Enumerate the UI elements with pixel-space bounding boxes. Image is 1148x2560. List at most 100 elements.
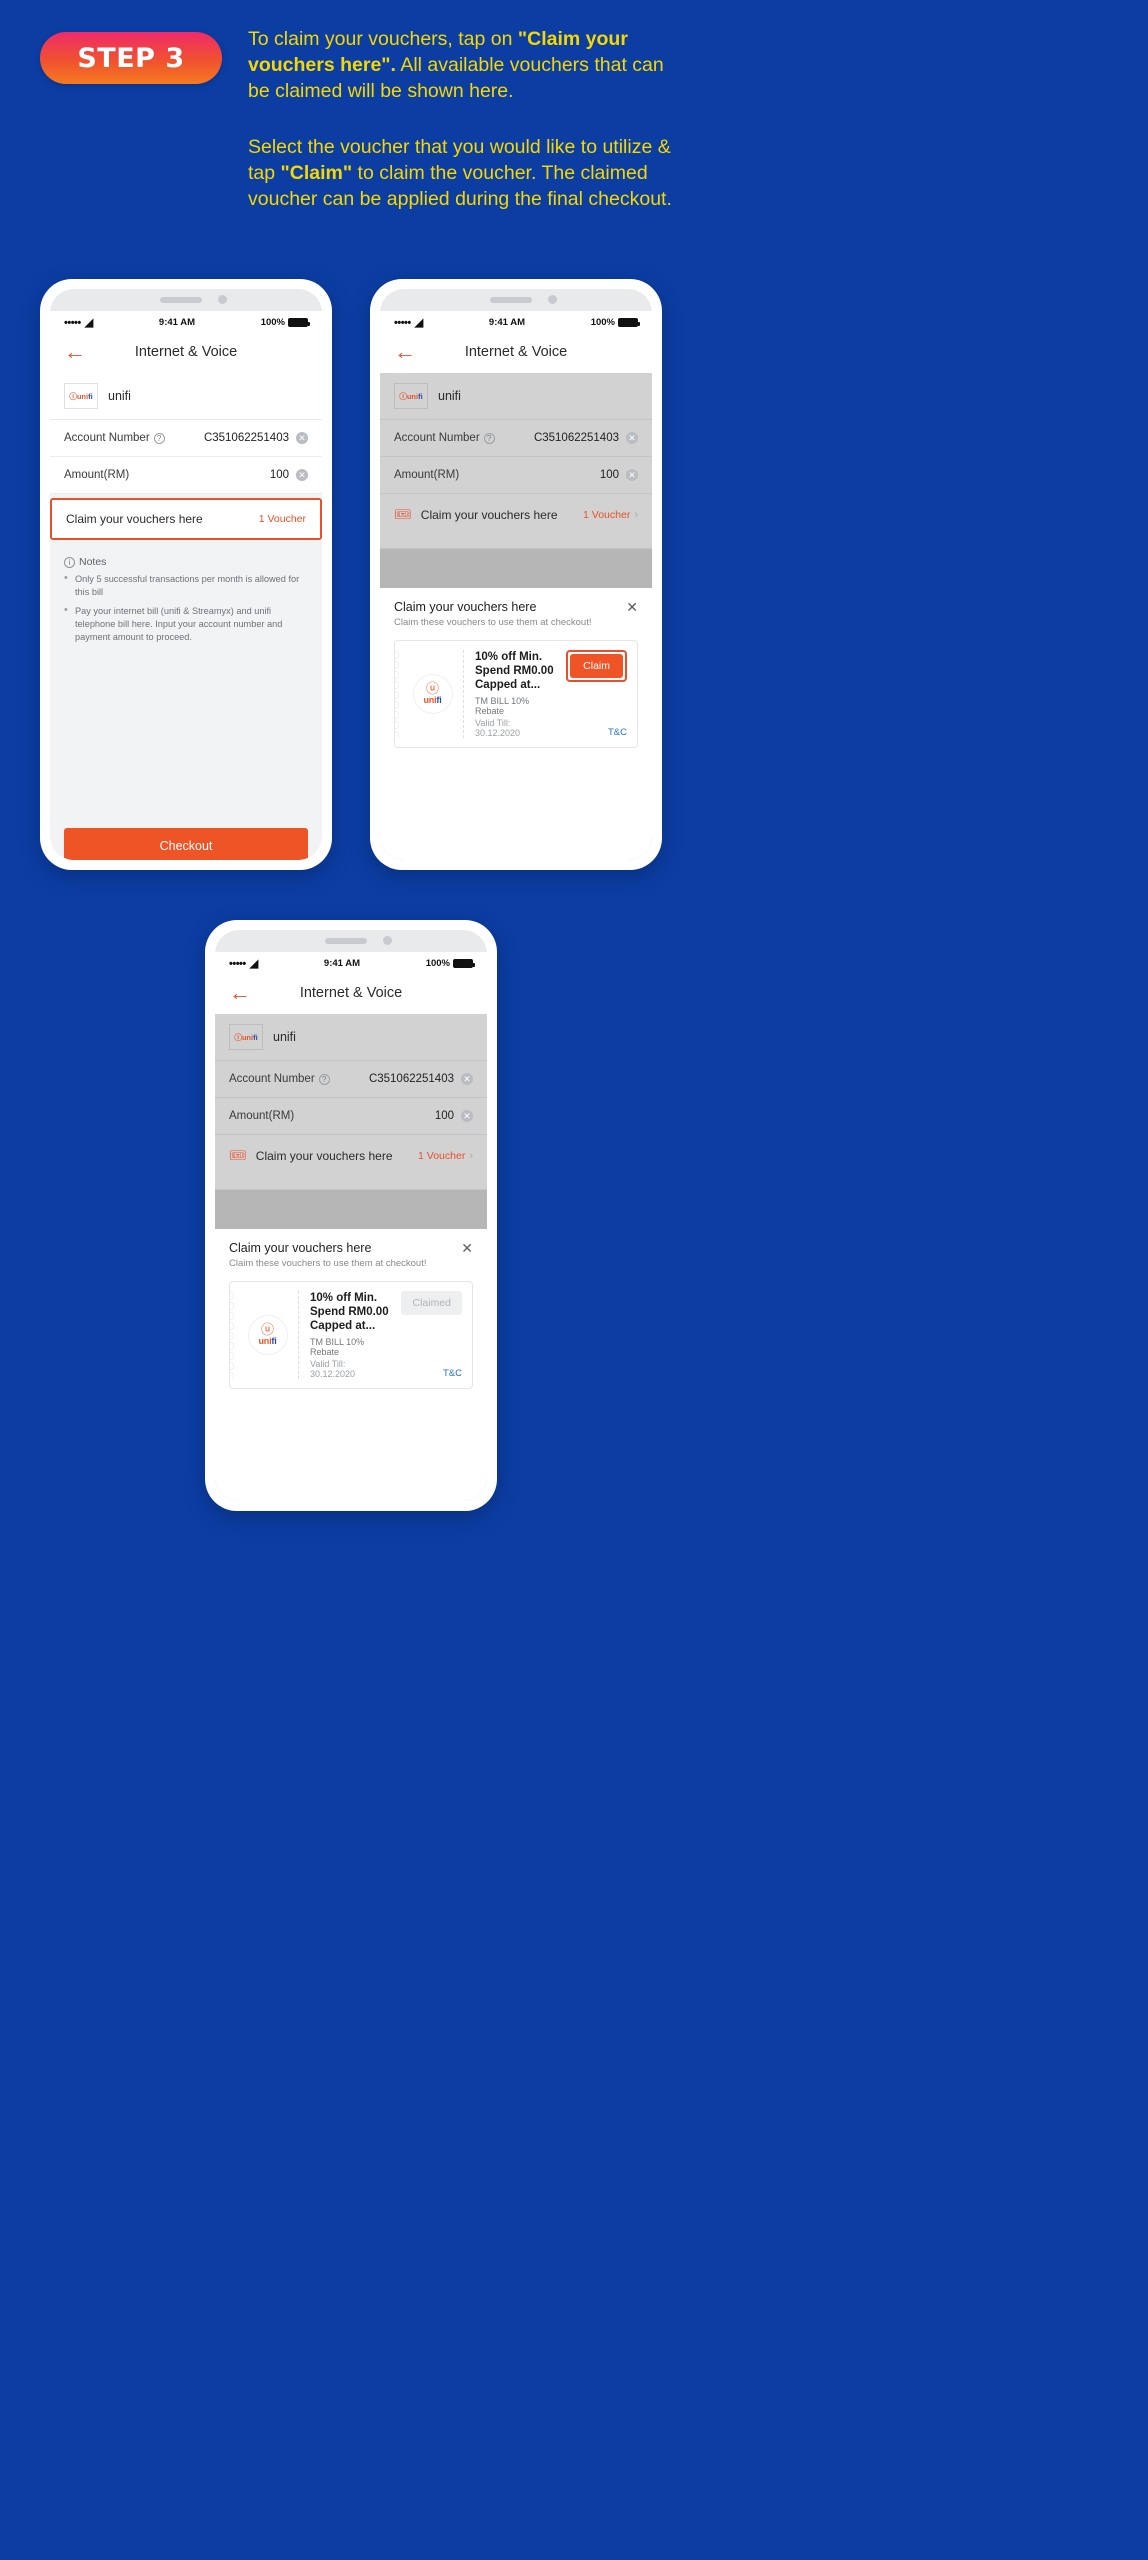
wifi-icon: ◢ [249, 958, 259, 970]
amount-label: Amount(RM) [229, 1110, 295, 1122]
unifi-wordmark: ⓘunifi [69, 391, 93, 401]
back-arrow-icon[interactable]: ← [229, 982, 251, 1004]
amount-field[interactable]: Amount(RM) 100 ✕ [215, 1098, 487, 1135]
voucher-title: 10% off Min. Spend RM0.00 Capped at... [310, 1292, 389, 1332]
intro-text: To claim your vouchers, tap on "Claim yo… [248, 26, 688, 212]
phone-2-body-dimmed: ⓘunifi unifi Account Number ? C351062251… [380, 373, 652, 860]
clear-icon[interactable]: ✕ [296, 469, 308, 481]
back-arrow-icon[interactable]: ← [64, 341, 86, 363]
battery-icon [618, 318, 640, 327]
tnc-link[interactable]: T&C [608, 727, 627, 738]
help-icon[interactable]: ? [483, 432, 495, 444]
claim-vouchers-row[interactable]: Claim your vouchers here 1 Voucher [52, 500, 320, 538]
close-icon[interactable]: ✕ [626, 600, 638, 614]
help-icon[interactable]: ? [318, 1073, 330, 1085]
amount-field[interactable]: Amount(RM) 100 ✕ [50, 457, 322, 494]
brand-row: ⓘunifi unifi [215, 1014, 487, 1061]
perforation-edge-icon [395, 650, 402, 738]
status-left: ••••• ◢ [394, 316, 424, 330]
clear-icon[interactable]: ✕ [461, 1073, 473, 1085]
header-section: STEP 3 To claim your vouchers, tap on "C… [0, 0, 1148, 260]
status-left: ••••• ◢ [64, 316, 93, 330]
page-title: Internet & Voice [299, 985, 403, 1001]
claim-vouchers-label: Claim your vouchers here [66, 512, 203, 526]
intro-p2-bold: "Claim" [280, 162, 353, 184]
voucher-subtitle: TM BILL 10% Rebate [310, 1337, 365, 1357]
status-time: 9:41 AM [488, 317, 525, 328]
claim-vouchers-row[interactable]: 🎟 Claim your vouchers here 1 Voucher › [215, 1135, 487, 1176]
unifi-wordmark-suffix: fi [418, 391, 423, 401]
phone-1-body: ⓘunifi unifi Account Number ? C351062251… [50, 373, 322, 860]
battery-percent: 100% [260, 317, 285, 328]
battery-icon [453, 959, 475, 968]
clear-icon[interactable]: ✕ [626, 469, 638, 481]
unifi-face-icon: ⓤ [425, 681, 439, 696]
page-title: Internet & Voice [464, 344, 568, 360]
account-number-field[interactable]: Account Number ? C351062251403 ✕ [215, 1061, 487, 1098]
signal-dots-icon: ••••• [394, 316, 411, 329]
account-number-field[interactable]: Account Number ? C351062251403 ✕ [380, 420, 652, 457]
ticket-icon: 🎟 [394, 506, 412, 522]
account-number-value-wrap: C351062251403 ✕ [204, 432, 308, 444]
sheet-subtitle: Claim these vouchers to use them at chec… [394, 617, 592, 628]
unifi-logo-icon: ⓘunifi [64, 383, 98, 409]
phone-1-navbar: ← Internet & Voice [50, 333, 322, 373]
brand-name-label: unifi [108, 389, 131, 403]
info-icon: i [64, 556, 75, 568]
status-right: 100% [591, 317, 640, 328]
status-time: 9:41 AM [158, 317, 195, 328]
front-camera-icon [218, 295, 227, 304]
claim-button[interactable]: Claim [570, 654, 623, 678]
voucher-count-badge: 1 Voucher › [418, 1150, 473, 1162]
account-number-label-text: Account Number [64, 432, 150, 444]
battery-icon [288, 318, 310, 327]
phone-mockup-3: ••••• ◢ 9:41 AM 100% ← Internet & Voice … [205, 920, 497, 1511]
voucher-count-label: 1 Voucher [418, 1149, 466, 1162]
perforation-edge-icon [230, 1291, 237, 1379]
checkout-button[interactable]: Checkout [64, 828, 308, 860]
front-camera-icon [548, 295, 557, 304]
account-number-label: Account Number ? [394, 432, 495, 444]
unifi-logo-word: unifi [423, 695, 441, 705]
phone-3-status-bar: ••••• ◢ 9:41 AM 100% [215, 952, 487, 974]
wifi-icon: ◢ [414, 317, 424, 329]
brand-name-label: unifi [438, 389, 461, 403]
clear-icon[interactable]: ✕ [296, 432, 308, 444]
clear-icon[interactable]: ✕ [461, 1110, 473, 1122]
voucher-card[interactable]: ⓤ unifi 10% off Min. Spend RM0.00 Capped… [394, 640, 638, 748]
phone-1-screen: ••••• ◢ 9:41 AM 100% ← Internet & Voice … [50, 289, 322, 860]
voucher-validity: Valid Till: 30.12.2020 [475, 718, 521, 738]
claim-vouchers-row[interactable]: 🎟 Claim your vouchers here 1 Voucher › [380, 494, 652, 535]
voucher-count-badge: 1 Voucher [259, 513, 306, 525]
voucher-count-badge: 1 Voucher › [583, 509, 638, 521]
voucher-sheet: Claim your vouchers here Claim these vou… [215, 1229, 487, 1501]
account-number-label: Account Number ? [64, 432, 165, 444]
claim-vouchers-label: Claim your vouchers here [255, 1148, 393, 1163]
sheet-title: Claim your vouchers here [229, 1241, 372, 1255]
account-number-value-wrap: C351062251403 ✕ [534, 432, 638, 444]
page-title: Internet & Voice [134, 344, 238, 360]
clear-icon[interactable]: ✕ [626, 432, 638, 444]
chevron-right-icon: › [469, 1149, 473, 1162]
amount-value: 100 [434, 1110, 454, 1122]
intro-p1-pre: To claim your vouchers, tap on [248, 28, 518, 50]
next-field-partial [380, 535, 652, 549]
brand-row: ⓘunifi unifi [50, 373, 322, 420]
voucher-action: Claimed T&C [398, 1291, 462, 1379]
voucher-card[interactable]: ⓤ unifi 10% off Min. Spend RM0.00 Capped… [229, 1281, 473, 1389]
unifi-wordmark-suffix: fi [253, 1032, 258, 1042]
back-arrow-icon[interactable]: ← [394, 341, 416, 363]
step-badge-label: STEP 3 [77, 42, 185, 74]
phone-2-status-bar: ••••• ◢ 9:41 AM 100% [380, 311, 652, 333]
list-item: Pay your internet bill (unifi & Streamyx… [64, 604, 308, 644]
brand-row: ⓘunifi unifi [380, 373, 652, 420]
help-icon[interactable]: ? [153, 432, 165, 444]
amount-value-wrap: 100 ✕ [600, 469, 638, 481]
phone-mockup-2: ••••• ◢ 9:41 AM 100% ← Internet & Voice … [370, 279, 662, 870]
account-number-field[interactable]: Account Number ? C351062251403 ✕ [50, 420, 322, 457]
amount-field[interactable]: Amount(RM) 100 ✕ [380, 457, 652, 494]
unifi-logo-word-pre: uni [423, 695, 437, 705]
close-icon[interactable]: ✕ [461, 1241, 473, 1255]
amount-label: Amount(RM) [394, 469, 460, 481]
tnc-link[interactable]: T&C [443, 1368, 462, 1379]
